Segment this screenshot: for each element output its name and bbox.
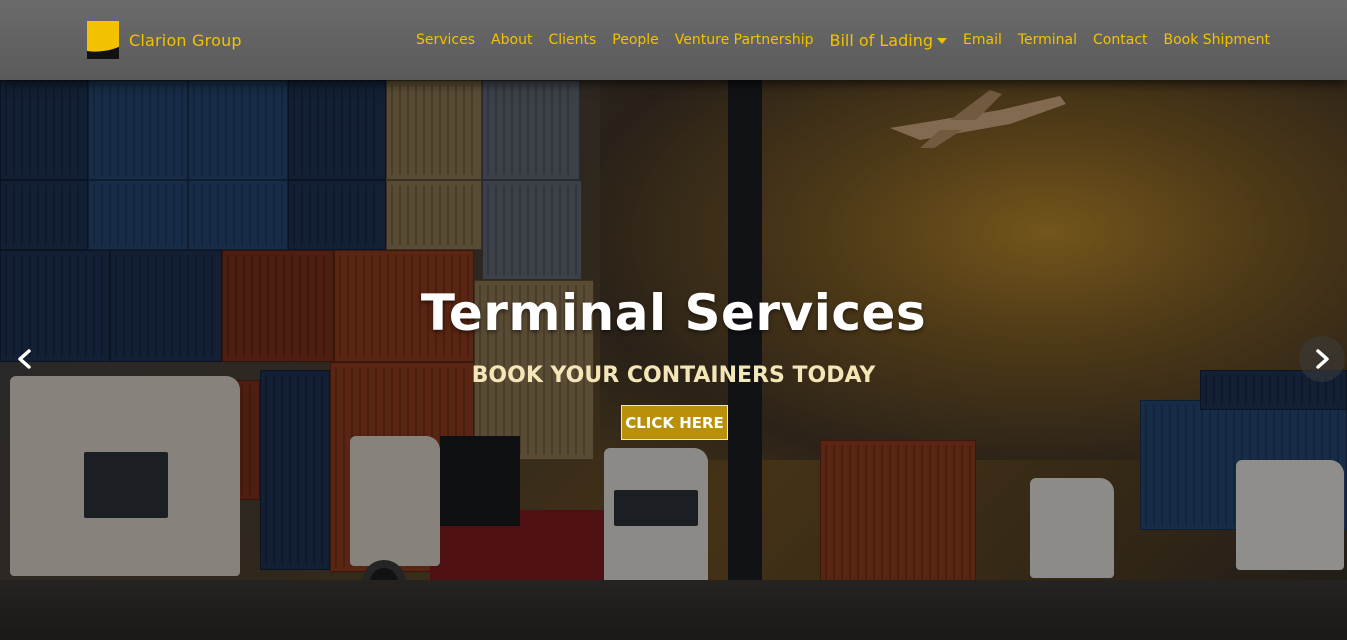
nav-contact[interactable]: Contact <box>1085 32 1155 48</box>
carousel-next-button[interactable] <box>1299 336 1345 382</box>
nav-email[interactable]: Email <box>955 32 1010 48</box>
caret-down-icon <box>937 38 948 44</box>
nav-terminal[interactable]: Terminal <box>1010 32 1085 48</box>
carousel-prev-button[interactable] <box>2 336 48 382</box>
nav-bill-of-lading-label: Bill of Lading <box>829 30 934 50</box>
hero-carousel: Terminal Services BOOK YOUR CONTAINERS T… <box>0 80 1347 640</box>
nav-clients[interactable]: Clients <box>540 32 604 48</box>
nav-bill-of-lading[interactable]: Bill of Lading <box>821 31 955 50</box>
nav-book-shipment[interactable]: Book Shipment <box>1156 32 1278 48</box>
nav-about[interactable]: About <box>483 32 540 48</box>
hero-caption: Terminal Services BOOK YOUR CONTAINERS T… <box>0 80 1347 640</box>
nav-people[interactable]: People <box>604 32 667 48</box>
hero-subtitle: BOOK YOUR CONTAINERS TODAY <box>471 363 876 388</box>
click-here-button[interactable]: CLICK HERE <box>621 405 728 440</box>
clarion-logo-icon <box>87 21 119 59</box>
nav-venture-partnership[interactable]: Venture Partnership <box>667 32 822 48</box>
top-navbar: Clarion Group Services About Clients Peo… <box>0 0 1347 80</box>
chevron-left-icon <box>18 349 31 369</box>
brand[interactable]: Clarion Group <box>87 21 242 59</box>
chevron-right-icon <box>1316 349 1329 369</box>
nav-services[interactable]: Services <box>408 32 483 48</box>
main-nav: Services About Clients People Venture Pa… <box>408 30 1278 50</box>
hero-title: Terminal Services <box>420 284 927 342</box>
brand-name: Clarion Group <box>129 30 242 50</box>
